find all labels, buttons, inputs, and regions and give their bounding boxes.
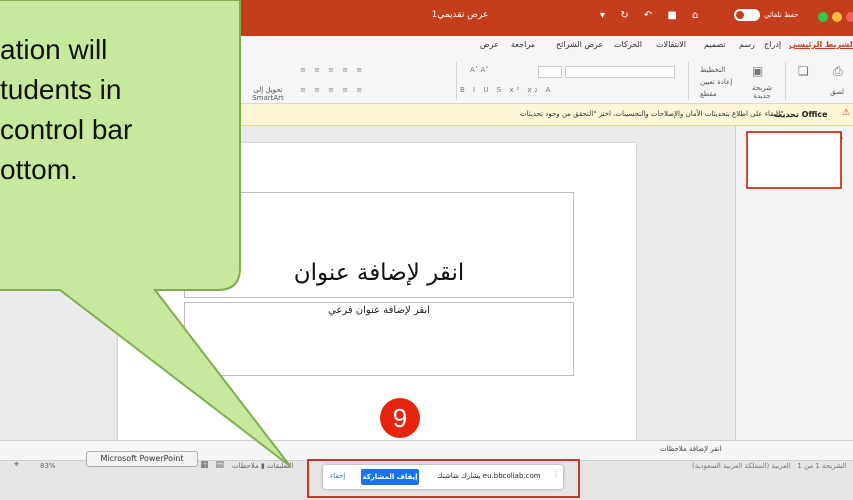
callout-line-1: ation will [0,34,108,65]
callout-line-3: control bar [0,114,133,145]
callout-line-2: tudents in [0,74,122,105]
callout-line-4: ottom. [0,154,78,185]
callout-text: ation will tudents in control bar ottom. [0,30,232,190]
